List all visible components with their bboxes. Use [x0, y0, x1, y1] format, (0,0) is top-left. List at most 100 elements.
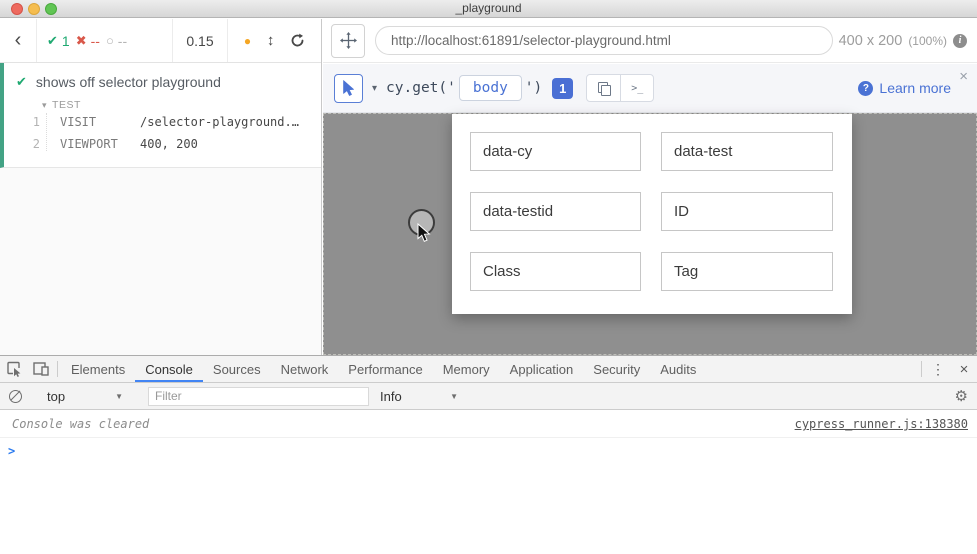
aut-input-tag[interactable]: Tag	[661, 252, 833, 291]
aut-input-id[interactable]: ID	[661, 192, 833, 231]
cursor-arrow-icon	[342, 80, 355, 97]
clear-console-icon[interactable]	[9, 390, 22, 403]
crosshair-icon	[340, 32, 357, 49]
aut-background: data-cy data-test data-testid ID Class T…	[323, 113, 977, 355]
test-title: shows off selector playground	[36, 74, 221, 90]
back-button[interactable]: ‹	[0, 19, 37, 62]
passed-check-icon: ✔	[47, 33, 58, 49]
command-number: 2	[4, 137, 40, 151]
tab-sources[interactable]: Sources	[203, 356, 271, 382]
tab-performance[interactable]: Performance	[338, 356, 432, 382]
reporter-panel: ‹ ✔ 1 ✖ -- ○ -- 0.15 ● ↕	[0, 19, 322, 355]
tab-security[interactable]: Security	[583, 356, 650, 382]
tab-application[interactable]: Application	[500, 356, 584, 382]
aut-header: http://localhost:61891/selector-playgrou…	[323, 19, 977, 63]
terminal-icon: >_	[631, 83, 643, 94]
console-settings-gear-icon[interactable]: ⚙	[955, 387, 968, 405]
aut-input-data-test[interactable]: data-test	[661, 132, 833, 171]
devtools-menu-button[interactable]: ⋮	[925, 356, 951, 382]
copy-icon	[598, 82, 610, 94]
window-title: _playground	[0, 0, 977, 17]
log-level-select[interactable]: Info ▼	[380, 389, 458, 404]
chevron-down-icon: ▼	[450, 392, 458, 401]
minimize-window-button[interactable]	[28, 3, 40, 15]
selector-playground-bar: ▾ cy.get(' body ') 1 >_ ? Learn more ×	[323, 64, 977, 113]
pending-count: --	[118, 33, 127, 49]
test-block[interactable]: ✔ shows off selector playground ▾ TEST 1…	[0, 63, 321, 168]
zoom-window-button[interactable]	[45, 3, 57, 15]
viewport-info-icon[interactable]: i	[953, 34, 967, 48]
context-select[interactable]: top ▼	[37, 389, 129, 404]
copy-selector-button[interactable]	[587, 75, 620, 101]
window-titlebar: _playground	[0, 0, 977, 18]
scale-updown-icon[interactable]: ↕	[267, 32, 275, 49]
selector-code: cy.get(' body ')	[386, 75, 542, 101]
command-section-row[interactable]: ▾ TEST	[4, 99, 321, 111]
selector-action-buttons: >_	[586, 74, 654, 102]
reporter-controls: ● ↕	[228, 19, 321, 62]
learn-more-label: Learn more	[879, 80, 951, 96]
tab-network[interactable]: Network	[271, 356, 339, 382]
element-picker-button[interactable]	[334, 74, 363, 103]
console-toolbar: top ▼ Info ▼ ⚙	[0, 383, 977, 410]
selector-playground-toggle-button[interactable]	[331, 24, 365, 58]
device-toolbar-button[interactable]	[27, 356, 54, 382]
test-title-row[interactable]: ✔ shows off selector playground	[4, 74, 321, 90]
command-name: VISIT	[60, 115, 140, 129]
inspect-element-button[interactable]	[0, 356, 27, 382]
refresh-icon	[290, 33, 305, 48]
tab-memory[interactable]: Memory	[433, 356, 500, 382]
chevron-down-icon: ▼	[115, 392, 123, 401]
console-prompt-chevron[interactable]: >	[0, 438, 977, 458]
command-message: 400, 200	[140, 137, 198, 151]
command-log: ▾ TEST 1 VISIT /selector-playground.… 2 …	[4, 99, 321, 155]
tab-elements[interactable]: Elements	[61, 356, 135, 382]
command-row[interactable]: 1 VISIT /selector-playground.…	[4, 111, 321, 133]
restart-tests-button[interactable]	[290, 33, 305, 48]
command-section-label: TEST	[52, 99, 81, 111]
command-message: /selector-playground.…	[140, 115, 299, 129]
viewport-scale: (100%)	[908, 34, 947, 48]
console-message: Console was cleared	[12, 417, 149, 431]
console-source-link[interactable]: cypress_runner.js:138380	[795, 417, 968, 431]
tab-audits[interactable]: Audits	[650, 356, 706, 382]
toolbar-divider	[921, 361, 922, 377]
devtools-panel: Elements Console Sources Network Perform…	[0, 355, 977, 554]
reporter-toolbar: ‹ ✔ 1 ✖ -- ○ -- 0.15 ● ↕	[0, 19, 321, 63]
failed-cross-icon: ✖	[76, 33, 87, 49]
close-playground-button[interactable]: ×	[959, 69, 968, 84]
pending-circle-icon: ○	[106, 33, 114, 48]
auto-scroll-dot-icon[interactable]: ●	[244, 34, 251, 48]
selector-method-dropdown[interactable]: ▾	[372, 83, 377, 94]
test-passed-check-icon: ✔	[16, 74, 27, 90]
close-window-button[interactable]	[11, 3, 23, 15]
console-filter-input[interactable]	[148, 387, 369, 406]
command-number: 1	[4, 115, 40, 129]
aut-input-data-cy[interactable]: data-cy	[470, 132, 641, 171]
log-level-value: Info	[380, 389, 402, 404]
aut-input-class[interactable]: Class	[470, 252, 641, 291]
devtools-close-button[interactable]: ×	[951, 356, 977, 382]
viewport-size-info: 400 x 200 (100%) i	[839, 33, 967, 49]
console-message-row: Console was cleared cypress_runner.js:13…	[0, 410, 977, 438]
command-row[interactable]: 2 VIEWPORT 400, 200	[4, 133, 321, 155]
viewport-dimensions: 400 x 200	[839, 33, 903, 49]
aut-input-data-testid[interactable]: data-testid	[470, 192, 641, 231]
print-to-console-button[interactable]: >_	[620, 75, 653, 101]
code-suffix: ')	[525, 80, 542, 96]
selector-field-grid: data-cy data-test data-testid ID Class T…	[470, 132, 834, 291]
passed-count: 1	[62, 33, 70, 49]
selector-input[interactable]: body	[459, 75, 522, 101]
mouse-cursor-icon	[417, 223, 431, 243]
device-toolbar-icon	[33, 362, 49, 376]
aut-iframe: data-cy data-test data-testid ID Class T…	[452, 114, 852, 314]
devtools-tabbar: Elements Console Sources Network Perform…	[0, 356, 977, 383]
toolbar-divider	[57, 361, 58, 377]
question-icon: ?	[858, 81, 873, 96]
url-input[interactable]: http://localhost:61891/selector-playgrou…	[375, 26, 833, 55]
command-name: VIEWPORT	[60, 137, 140, 151]
match-count-badge: 1	[552, 78, 573, 99]
tab-console[interactable]: Console	[135, 356, 203, 382]
learn-more-link[interactable]: ? Learn more	[858, 80, 951, 96]
context-select-value: top	[47, 389, 65, 404]
